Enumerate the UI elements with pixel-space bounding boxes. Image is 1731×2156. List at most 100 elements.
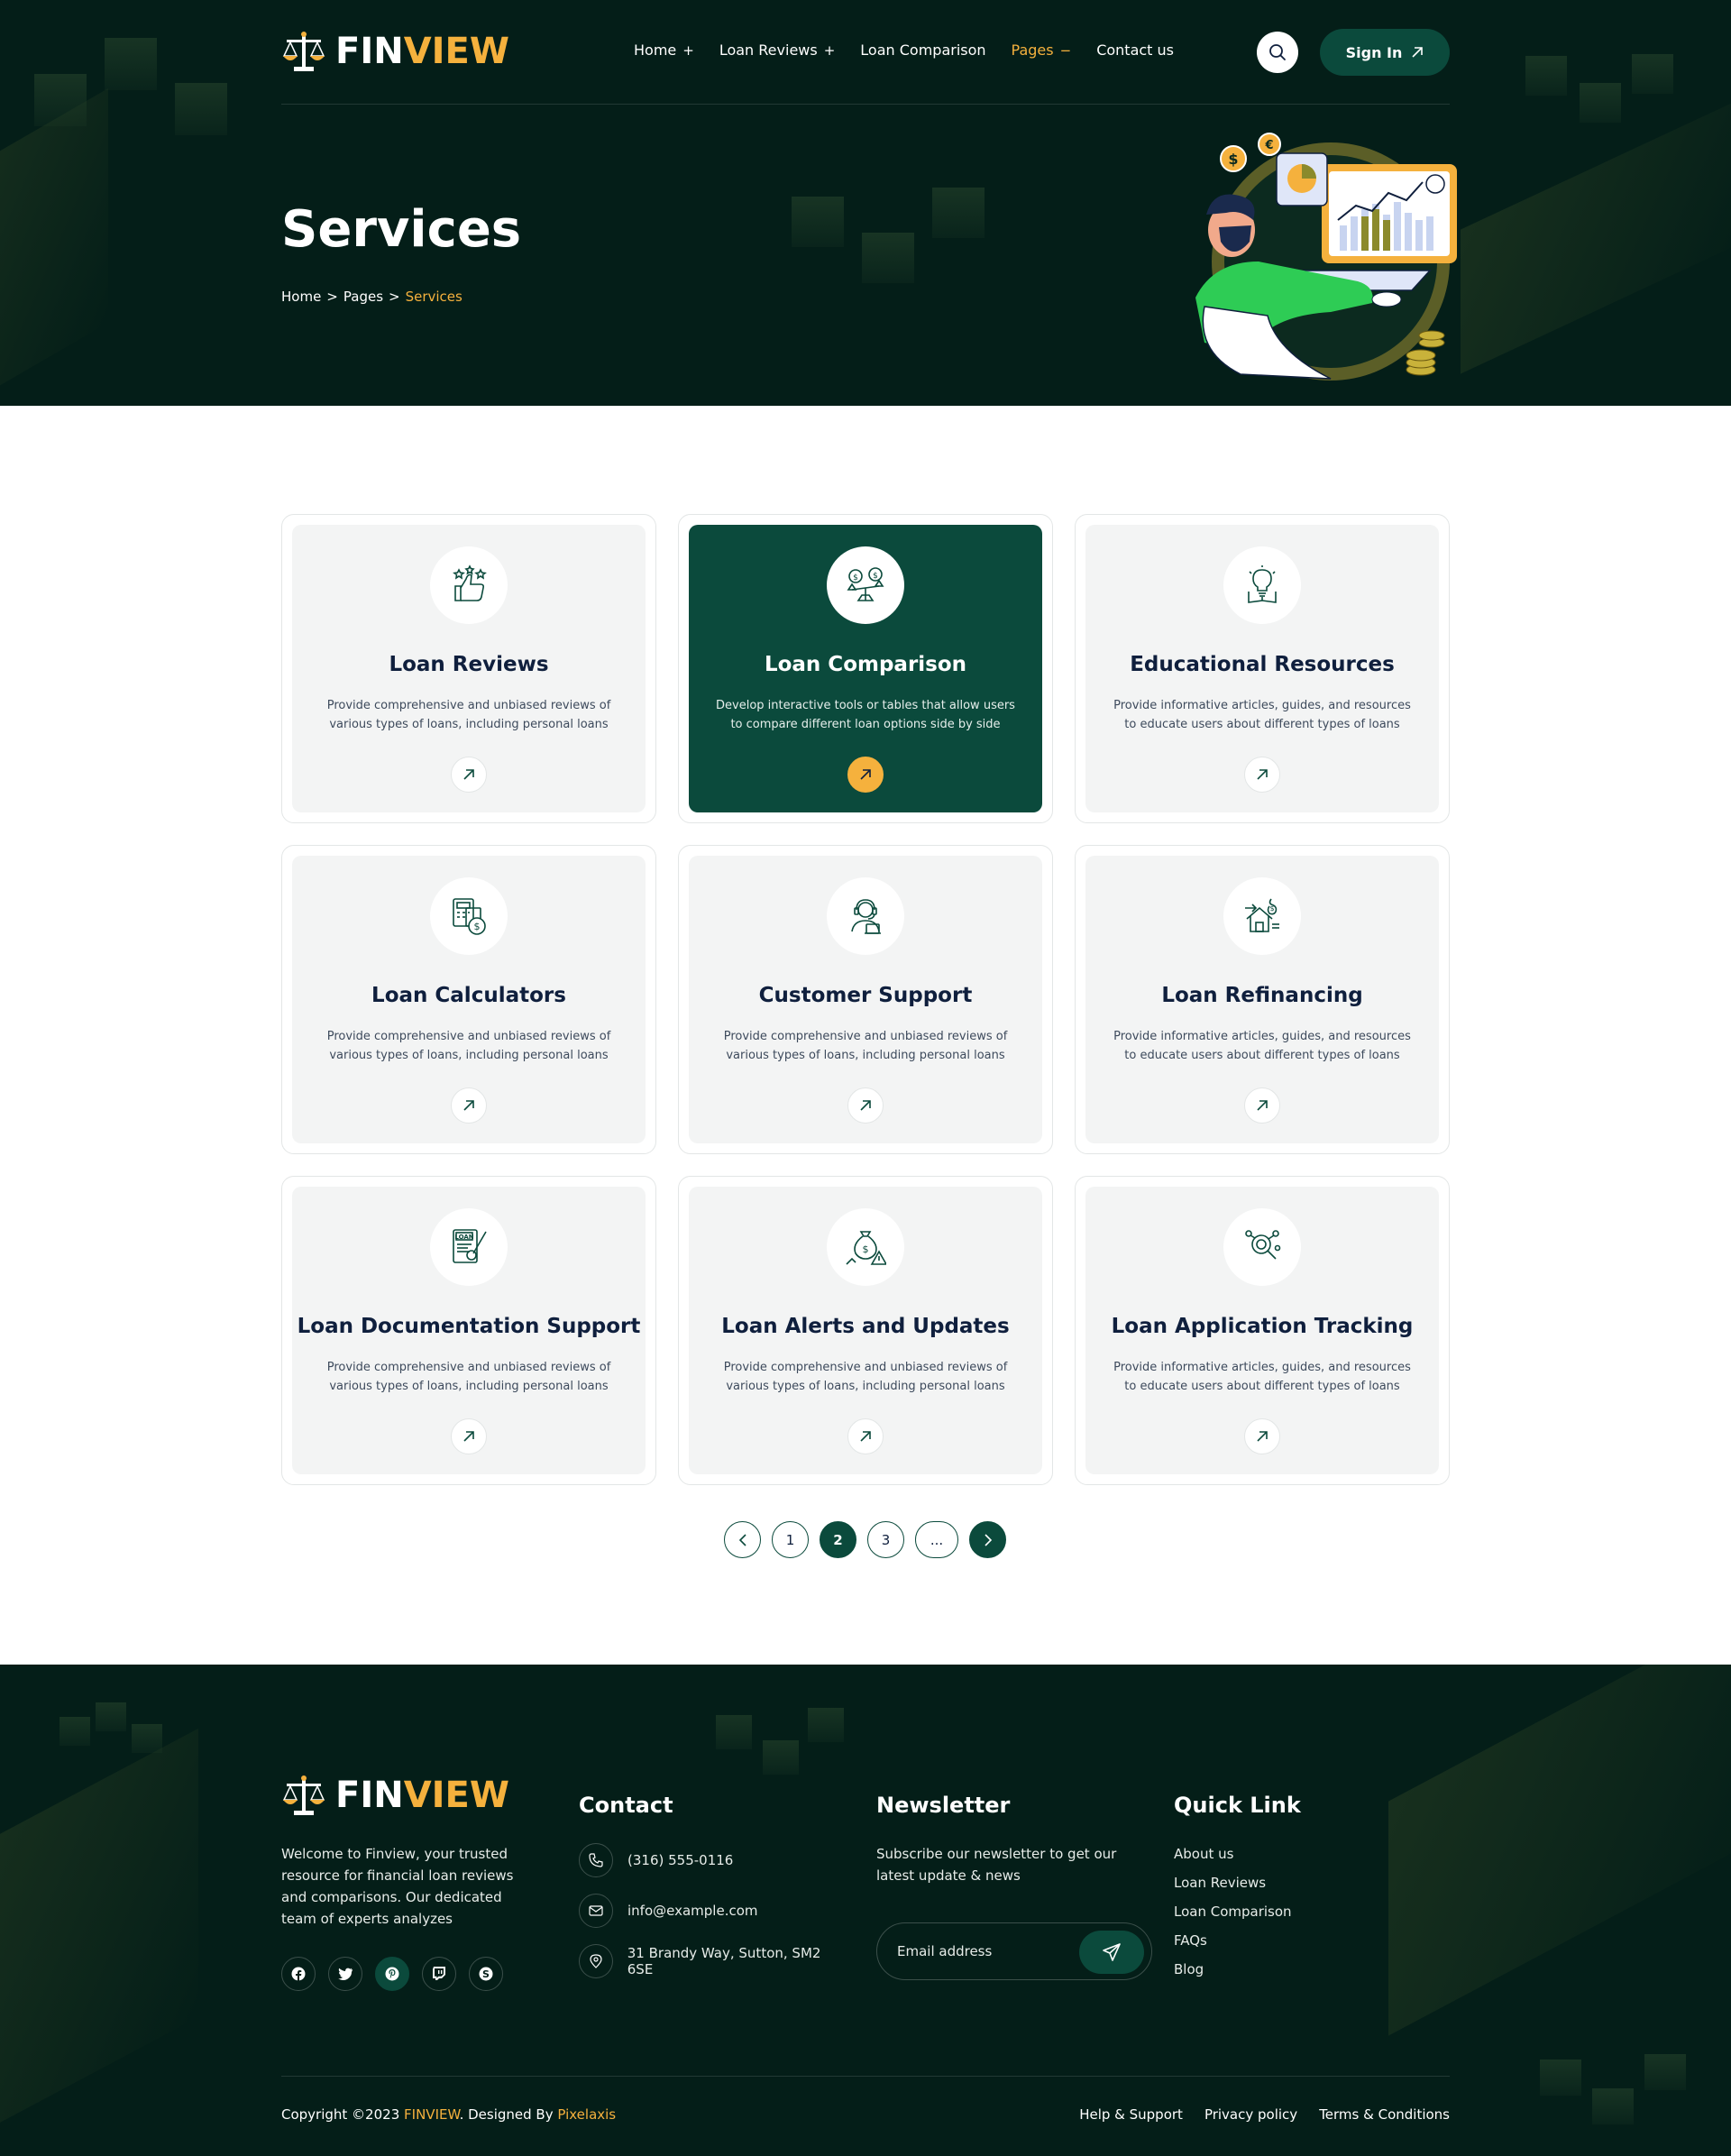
card-title: Loan Application Tracking [1111,1315,1414,1338]
facebook-link[interactable] [281,1957,316,1991]
hero-decor-tile [175,83,227,135]
newsletter-form [876,1922,1152,1980]
pinterest-link[interactable] [375,1957,409,1991]
hero-illustration: $ € [1195,133,1457,381]
service-card[interactable]: $ Loan Calculators Provide comprehensive… [281,845,656,1154]
pagination-page-3[interactable]: 3 [867,1521,904,1558]
nav-item-pages[interactable]: Pages − [1012,41,1072,59]
pagination-prev-button[interactable] [724,1521,761,1558]
pagination-page-2[interactable]: 2 [820,1521,856,1558]
hero-decor-tile [932,188,985,238]
quick-link-blog[interactable]: Blog [1174,1955,1372,1984]
breadcrumb-home[interactable]: Home [281,289,321,305]
arrow-up-right-icon [860,1100,871,1111]
location-pin-icon [579,1944,613,1978]
icon-circle [1223,1208,1301,1286]
pagination-next-button[interactable] [969,1521,1006,1558]
card-arrow-button[interactable] [451,757,487,793]
card-description: Provide comprehensive and unbiased revie… [326,1030,611,1062]
hero-decor-tile [1632,54,1673,94]
quick-link-loan-reviews[interactable]: Loan Reviews [1174,1868,1372,1897]
twitter-icon [338,1968,353,1980]
arrow-up-right-icon [1257,769,1268,780]
service-card[interactable]: Loan Application Tracking Provide inform… [1075,1176,1450,1485]
sign-in-button[interactable]: Sign In [1320,29,1450,76]
card-description: Provide comprehensive and unbiased revie… [723,1361,1008,1393]
help-support-link[interactable]: Help & Support [1079,2106,1183,2123]
scale-logo-icon [282,32,325,71]
search-icon [1269,44,1286,60]
card-arrow-button[interactable] [847,1418,884,1454]
pagination-ellipsis[interactable]: ... [915,1521,958,1558]
nav-item-loan-comparison[interactable]: Loan Comparison [860,41,985,59]
hero-decor-tile [792,197,844,247]
quick-link-about[interactable]: About us [1174,1839,1372,1868]
card-arrow-button[interactable] [1244,1087,1280,1124]
terms-link[interactable]: Terms & Conditions [1319,2106,1450,2123]
contact-phone[interactable]: (316) 555-0116 [579,1843,849,1877]
card-description: Provide comprehensive and unbiased revie… [326,1361,611,1393]
service-card[interactable]: $ Loan Refinancing Provide informative a… [1075,845,1450,1154]
card-title: Loan Documentation Support [297,1315,641,1338]
twitter-link[interactable] [328,1957,362,1991]
card-title: Customer Support [758,984,973,1007]
search-button[interactable] [1257,32,1298,73]
breadcrumb: Home > Pages > Services [281,289,463,305]
svg-text:LOAN: LOAN [454,1234,473,1241]
card-arrow-button[interactable] [1244,1418,1280,1454]
card-arrow-button[interactable] [451,1418,487,1454]
service-card[interactable]: Loan Reviews Provide comprehensive and u… [281,514,656,823]
services-grid: Loan Reviews Provide comprehensive and u… [281,514,1450,1485]
footer-decor-stripe [0,1728,198,2142]
service-card[interactable]: $ $ Loan Comparison Develop interactive … [678,514,1053,823]
breadcrumb-current: Services [405,289,463,305]
footer-decor-stripe [1388,1665,1731,2036]
svg-text:S: S [482,1968,490,1980]
card-title: Loan Calculators [371,984,566,1007]
plus-icon: + [823,41,836,59]
hero-decor-stripe [0,88,108,406]
footer-quick-heading: Quick Link [1174,1793,1301,1818]
house-refinance-icon: $ [1245,898,1279,932]
contact-email[interactable]: info@example.com [579,1894,849,1928]
quick-link-loan-comparison[interactable]: Loan Comparison [1174,1897,1372,1926]
footer-logo[interactable]: FINVIEW [281,1773,516,1818]
quick-link-faqs[interactable]: FAQs [1174,1926,1372,1955]
twitch-link[interactable] [422,1957,456,1991]
footer-decor-tile [716,1715,752,1749]
search-tracking-icon [1245,1230,1281,1260]
service-card[interactable]: $ Loan Alerts and Updates Provide compre… [678,1176,1053,1485]
footer-newsletter: Newsletter Subscribe our newsletter to g… [876,1773,1156,1980]
hero-decor-tile [862,233,914,283]
pagination-page-1[interactable]: 1 [772,1521,809,1558]
svg-text:$: $ [1228,151,1238,168]
nav-item-loan-reviews[interactable]: Loan Reviews + [719,41,835,59]
card-arrow-button[interactable] [847,757,884,793]
breadcrumb-pages[interactable]: Pages [343,289,383,305]
card-title: Loan Alerts and Updates [721,1315,1010,1338]
footer-about: FINVIEW Welcome to Finview, your trusted… [281,1773,516,1991]
service-card[interactable]: Customer Support Provide comprehensive a… [678,845,1053,1154]
breadcrumb-separator: > [326,289,338,305]
icon-circle [1223,546,1301,624]
loan-document-icon: LOAN [453,1229,487,1263]
navbar: FINVIEW Home + Loan Reviews + Loan Compari… [281,0,1450,105]
arrow-up-right-icon [463,1431,474,1442]
privacy-policy-link[interactable]: Privacy policy [1204,2106,1297,2123]
nav-item-contact[interactable]: Contact us [1096,41,1174,59]
card-arrow-button[interactable] [847,1087,884,1124]
card-arrow-button[interactable] [451,1087,487,1124]
newsletter-email-input[interactable] [897,1936,1077,1967]
newsletter-submit-button[interactable] [1079,1931,1144,1974]
card-description: Provide comprehensive and unbiased revie… [326,699,611,731]
logo-text: FINVIEW [335,1775,509,1816]
service-card[interactable]: LOAN Loan Documentation Support Provide … [281,1176,656,1485]
nav-item-home[interactable]: Home + [634,41,694,59]
copyright-brand[interactable]: FINVIEW [404,2106,460,2123]
designer-link[interactable]: Pixelaxis [557,2106,616,2123]
service-card[interactable]: Educational Resources Provide informativ… [1075,514,1450,823]
card-arrow-button[interactable] [1244,757,1280,793]
logo[interactable]: FINVIEW [281,29,509,74]
skype-link[interactable]: S [469,1957,503,1991]
plus-icon: + [682,41,694,59]
